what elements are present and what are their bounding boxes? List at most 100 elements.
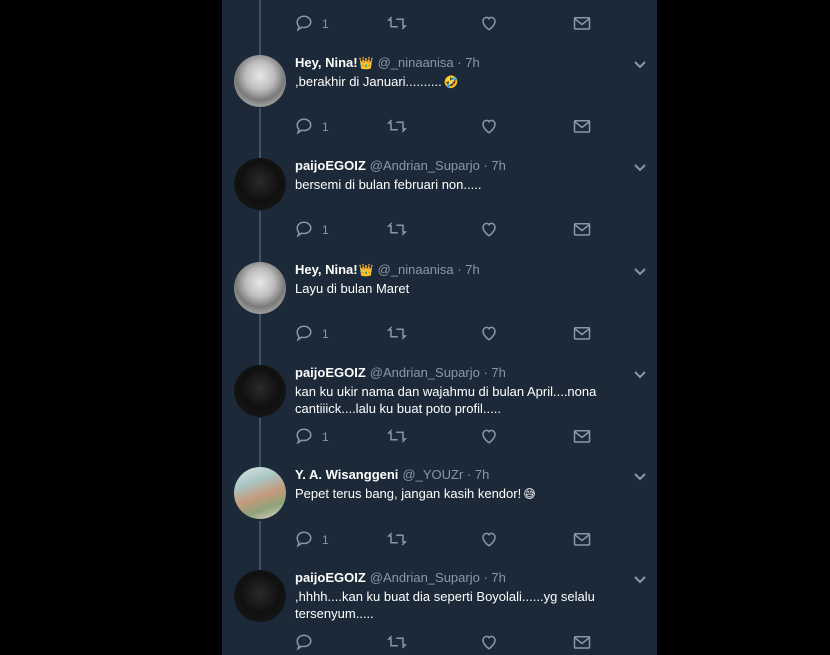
reply-icon bbox=[296, 428, 312, 445]
user-handle[interactable]: @Andrian_Suparjo bbox=[370, 570, 480, 585]
retweet-button[interactable] bbox=[387, 632, 407, 652]
tweet[interactable]: Y. A. Wisanggeni @_YOUZr · 7h Pepet terus … bbox=[222, 467, 657, 567]
display-name[interactable]: Hey, Nina! bbox=[295, 262, 358, 277]
reply-button[interactable] bbox=[295, 632, 313, 652]
reply-icon bbox=[296, 634, 312, 651]
separator-dot: · bbox=[479, 570, 492, 585]
display-name[interactable]: paijoEGOIZ bbox=[295, 365, 366, 380]
timestamp[interactable]: 7h bbox=[491, 365, 505, 380]
envelope-icon bbox=[573, 17, 591, 30]
timestamp[interactable]: 7h bbox=[491, 158, 505, 173]
tweet-text-line: cantiiick....lalu ku buat poto profil...… bbox=[295, 401, 501, 416]
heart-icon bbox=[482, 119, 496, 134]
reply-button[interactable]: 1 bbox=[295, 219, 329, 239]
reply-count: 1 bbox=[322, 120, 329, 134]
like-button[interactable] bbox=[480, 529, 498, 549]
user-handle[interactable]: @_YOUZr bbox=[402, 467, 463, 482]
heart-icon bbox=[482, 429, 496, 444]
like-button[interactable] bbox=[480, 116, 498, 136]
tweet-actions: 1 bbox=[295, 323, 595, 343]
display-name[interactable]: Y. A. Wisanggeni bbox=[295, 467, 398, 482]
timestamp[interactable]: 7h bbox=[475, 467, 489, 482]
avatar[interactable] bbox=[234, 55, 286, 107]
like-button[interactable] bbox=[480, 632, 498, 652]
emoji-icon: 🤣 bbox=[443, 75, 459, 89]
tweet-actions bbox=[295, 632, 595, 652]
reply-button[interactable]: 1 bbox=[295, 13, 329, 33]
reply-icon bbox=[296, 221, 312, 238]
message-button[interactable] bbox=[573, 529, 591, 549]
reply-button[interactable]: 1 bbox=[295, 426, 329, 446]
retweet-button[interactable] bbox=[387, 13, 407, 33]
avatar[interactable] bbox=[234, 365, 286, 417]
retweet-button[interactable] bbox=[387, 219, 407, 239]
retweet-button[interactable] bbox=[387, 323, 407, 343]
message-button[interactable] bbox=[573, 116, 591, 136]
tweet-text-line: Layu di bulan Maret bbox=[295, 281, 410, 296]
tweet-header: Hey, Nina!👑 @_ninaanisa · 7h bbox=[295, 262, 480, 278]
tweet[interactable]: paijoEGOIZ @Andrian_Suparjo · 7h ,hhhh....… bbox=[222, 570, 657, 655]
tweet[interactable]: Hey, Nina!👑 @_ninaanisa · 7h Layu di bulan… bbox=[222, 262, 657, 362]
user-handle[interactable]: @Andrian_Suparjo bbox=[370, 365, 480, 380]
chevron-down-icon bbox=[634, 473, 646, 481]
message-button[interactable] bbox=[573, 426, 591, 446]
display-name[interactable]: paijoEGOIZ bbox=[295, 158, 366, 173]
retweet-button[interactable] bbox=[387, 529, 407, 549]
tweet-menu-button[interactable] bbox=[633, 160, 647, 178]
avatar[interactable] bbox=[234, 158, 286, 210]
like-button[interactable] bbox=[480, 13, 498, 33]
retweet-button[interactable] bbox=[387, 426, 407, 446]
heart-icon bbox=[482, 532, 496, 547]
tweet-text: kan ku ukir nama dan wajahmu di bulan Ap… bbox=[295, 383, 605, 417]
heart-icon bbox=[482, 635, 496, 650]
tweet-menu-button[interactable] bbox=[633, 572, 647, 590]
reply-button[interactable]: 1 bbox=[295, 323, 329, 343]
heart-icon bbox=[482, 16, 496, 31]
tweet[interactable]: paijoEGOIZ @Andrian_Suparjo · 7h bersemi d… bbox=[222, 158, 657, 258]
tweet-text-line: bersemi di bulan februari non..... bbox=[295, 177, 482, 192]
retweet-icon bbox=[387, 429, 407, 443]
user-handle[interactable]: @Andrian_Suparjo bbox=[370, 158, 480, 173]
envelope-icon bbox=[573, 636, 591, 649]
avatar[interactable] bbox=[234, 467, 286, 519]
thread-line-0 bbox=[259, 0, 261, 55]
tweet-header: paijoEGOIZ @Andrian_Suparjo · 7h bbox=[295, 158, 506, 174]
tweet[interactable]: Hey, Nina!👑 @_ninaanisa · 7h ,berakhir di … bbox=[222, 55, 657, 155]
tweet[interactable]: paijoEGOIZ @Andrian_Suparjo · 7h kan ku uk… bbox=[222, 365, 657, 465]
avatar[interactable] bbox=[234, 262, 286, 314]
envelope-icon bbox=[573, 430, 591, 443]
tweet-menu-button[interactable] bbox=[633, 469, 647, 487]
retweet-icon bbox=[387, 326, 407, 340]
envelope-icon bbox=[573, 327, 591, 340]
tweet-menu-button[interactable] bbox=[633, 367, 647, 385]
message-button[interactable] bbox=[573, 13, 591, 33]
tweet-actions: 1 bbox=[295, 529, 595, 549]
chevron-down-icon bbox=[634, 371, 646, 379]
timestamp[interactable]: 7h bbox=[491, 570, 505, 585]
reply-icon bbox=[296, 531, 312, 548]
reply-button[interactable]: 1 bbox=[295, 116, 329, 136]
timestamp[interactable]: 7h bbox=[465, 262, 479, 277]
user-handle[interactable]: @_ninaanisa bbox=[378, 55, 454, 70]
tweet-menu-button[interactable] bbox=[633, 264, 647, 282]
retweet-button[interactable] bbox=[387, 116, 407, 136]
chevron-down-icon bbox=[634, 268, 646, 276]
separator-dot: · bbox=[479, 158, 492, 173]
tweet-text: ,hhhh....kan ku buat dia seperti Boyolal… bbox=[295, 588, 605, 622]
like-button[interactable] bbox=[480, 426, 498, 446]
like-button[interactable] bbox=[480, 323, 498, 343]
crown-icon: 👑 bbox=[358, 56, 374, 70]
message-button[interactable] bbox=[573, 632, 591, 652]
like-button[interactable] bbox=[480, 219, 498, 239]
message-button[interactable] bbox=[573, 323, 591, 343]
reply-button[interactable]: 1 bbox=[295, 529, 329, 549]
timestamp[interactable]: 7h bbox=[465, 55, 479, 70]
tweet-header: paijoEGOIZ @Andrian_Suparjo · 7h bbox=[295, 570, 506, 586]
display-name[interactable]: paijoEGOIZ bbox=[295, 570, 366, 585]
retweet-icon bbox=[387, 532, 407, 546]
tweet-menu-button[interactable] bbox=[633, 57, 647, 75]
avatar[interactable] bbox=[234, 570, 286, 622]
display-name[interactable]: Hey, Nina! bbox=[295, 55, 358, 70]
message-button[interactable] bbox=[573, 219, 591, 239]
user-handle[interactable]: @_ninaanisa bbox=[378, 262, 454, 277]
